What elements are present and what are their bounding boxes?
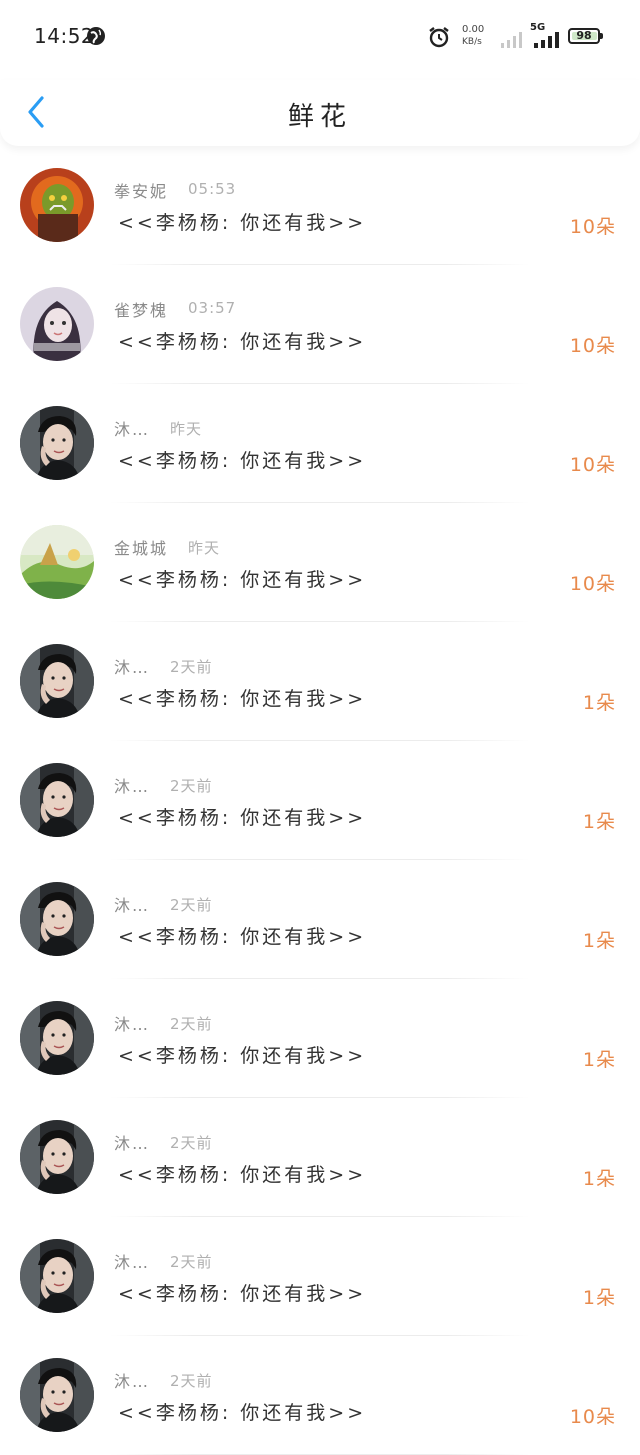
sent-time: 2天前	[170, 896, 213, 914]
sender-name[interactable]: 金城城	[114, 535, 168, 559]
avatar-image	[20, 1239, 94, 1313]
flower-message: <<李杨杨: 你还有我>>	[118, 331, 367, 353]
avatar-image	[20, 763, 94, 837]
flower-list-item[interactable]: 金城城 昨天 <<李杨杨: 你还有我>> 10朵	[0, 503, 640, 622]
avatar[interactable]	[20, 1239, 94, 1313]
sender-name[interactable]: 雀梦槐	[114, 297, 168, 321]
battery-level: 98	[576, 29, 592, 42]
avatar[interactable]	[20, 406, 94, 480]
flower-count: 1朵	[582, 1168, 616, 1190]
flower-list-item[interactable]: 拳安妮 05:53 <<李杨杨: 你还有我>> 10朵	[0, 146, 640, 265]
sent-time: 2天前	[170, 1015, 213, 1033]
flower-count: 1朵	[582, 930, 616, 952]
flower-count: 1朵	[582, 1287, 616, 1309]
avatar-image	[20, 168, 94, 242]
sent-time: 2天前	[170, 1372, 213, 1390]
flower-message: <<李杨杨: 你还有我>>	[118, 1045, 367, 1067]
avatar-image	[20, 644, 94, 718]
flower-count: 10朵	[569, 216, 616, 238]
avatar-image	[20, 287, 94, 361]
avatar[interactable]	[20, 168, 94, 242]
avatar[interactable]	[20, 1358, 94, 1432]
globe-icon	[87, 27, 105, 45]
flower-list-item[interactable]: 沐… 2天前 <<李杨杨: 你还有我>> 1朵	[0, 860, 640, 979]
flower-list-item[interactable]: 沐… 2天前 <<李杨杨: 你还有我>> 1朵	[0, 741, 640, 860]
network-speed-value: 0.00	[462, 24, 485, 35]
sender-name[interactable]: 沐…	[114, 773, 150, 797]
flower-count: 10朵	[569, 573, 616, 595]
avatar[interactable]	[20, 644, 94, 718]
flower-count: 1朵	[582, 1049, 616, 1071]
avatar-image	[20, 882, 94, 956]
battery-icon: 98	[568, 28, 603, 44]
sent-time: 2天前	[170, 1134, 213, 1152]
avatar[interactable]	[20, 287, 94, 361]
network-speed: 0.00 KB/s	[462, 24, 502, 48]
flower-list-item[interactable]: 沐… 2天前 <<李杨杨: 你还有我>> 10朵	[0, 1336, 640, 1455]
flower-list: 拳安妮 05:53 <<李杨杨: 你还有我>> 10朵 雀梦槐 03:57 <<…	[0, 146, 640, 1455]
sent-time: 2天前	[170, 658, 213, 676]
sender-name[interactable]: 拳安妮	[114, 178, 168, 202]
sender-name[interactable]: 沐…	[114, 1130, 150, 1154]
flower-count: 1朵	[582, 811, 616, 833]
flower-count: 1朵	[582, 692, 616, 714]
flower-list-item[interactable]: 沐… 2天前 <<李杨杨: 你还有我>> 1朵	[0, 622, 640, 741]
flower-message: <<李杨杨: 你还有我>>	[118, 1402, 367, 1424]
sent-time: 2天前	[170, 1253, 213, 1271]
status-bar: 14:52 0.00 KB/s 5G 98	[0, 0, 640, 80]
avatar-image	[20, 1358, 94, 1432]
flower-list-item[interactable]: 沐… 2天前 <<李杨杨: 你还有我>> 1朵	[0, 1217, 640, 1336]
sender-name[interactable]: 沐…	[114, 1368, 150, 1392]
avatar[interactable]	[20, 763, 94, 837]
flower-message: <<李杨杨: 你还有我>>	[118, 450, 367, 472]
flower-list-item[interactable]: 沐… 2天前 <<李杨杨: 你还有我>> 1朵	[0, 1098, 640, 1217]
flower-message: <<李杨杨: 你还有我>>	[118, 688, 367, 710]
flower-list-item[interactable]: 雀梦槐 03:57 <<李杨杨: 你还有我>> 10朵	[0, 265, 640, 384]
page-header: 鲜花	[0, 80, 640, 146]
flower-count: 10朵	[569, 454, 616, 476]
flower-message: <<李杨杨: 你还有我>>	[118, 807, 367, 829]
sent-time: 昨天	[188, 539, 221, 557]
avatar-image	[20, 1120, 94, 1194]
flower-count: 10朵	[569, 335, 616, 357]
sent-time: 05:53	[188, 180, 237, 198]
network-speed-unit: KB/s	[462, 37, 482, 47]
page-title: 鲜花	[287, 102, 352, 132]
sent-time: 03:57	[188, 299, 237, 317]
avatar-image	[20, 525, 94, 599]
sender-name[interactable]: 沐…	[114, 892, 150, 916]
flower-list-item[interactable]: 沐… 2天前 <<李杨杨: 你还有我>> 1朵	[0, 979, 640, 1098]
flower-message: <<李杨杨: 你还有我>>	[118, 926, 367, 948]
flower-message: <<李杨杨: 你还有我>>	[118, 569, 367, 591]
sent-time: 2天前	[170, 777, 213, 795]
avatar[interactable]	[20, 882, 94, 956]
flower-list-item[interactable]: 沐… 昨天 <<李杨杨: 你还有我>> 10朵	[0, 384, 640, 503]
flower-message: <<李杨杨: 你还有我>>	[118, 212, 367, 234]
avatar[interactable]	[20, 1001, 94, 1075]
sender-name[interactable]: 沐…	[114, 1249, 150, 1273]
avatar-image	[20, 406, 94, 480]
flower-count: 10朵	[569, 1406, 616, 1428]
alarm-clock-icon	[429, 27, 449, 48]
signal-strength-5g-icon	[534, 32, 559, 48]
sender-name[interactable]: 沐…	[114, 1011, 150, 1035]
sender-name[interactable]: 沐…	[114, 654, 150, 678]
avatar[interactable]	[20, 525, 94, 599]
sent-time: 昨天	[170, 420, 203, 438]
flower-message: <<李杨杨: 你还有我>>	[118, 1283, 367, 1305]
avatar[interactable]	[20, 1120, 94, 1194]
flower-message: <<李杨杨: 你还有我>>	[118, 1164, 367, 1186]
avatar-image	[20, 1001, 94, 1075]
sender-name[interactable]: 沐…	[114, 416, 150, 440]
signal-strength-icon	[501, 32, 522, 48]
